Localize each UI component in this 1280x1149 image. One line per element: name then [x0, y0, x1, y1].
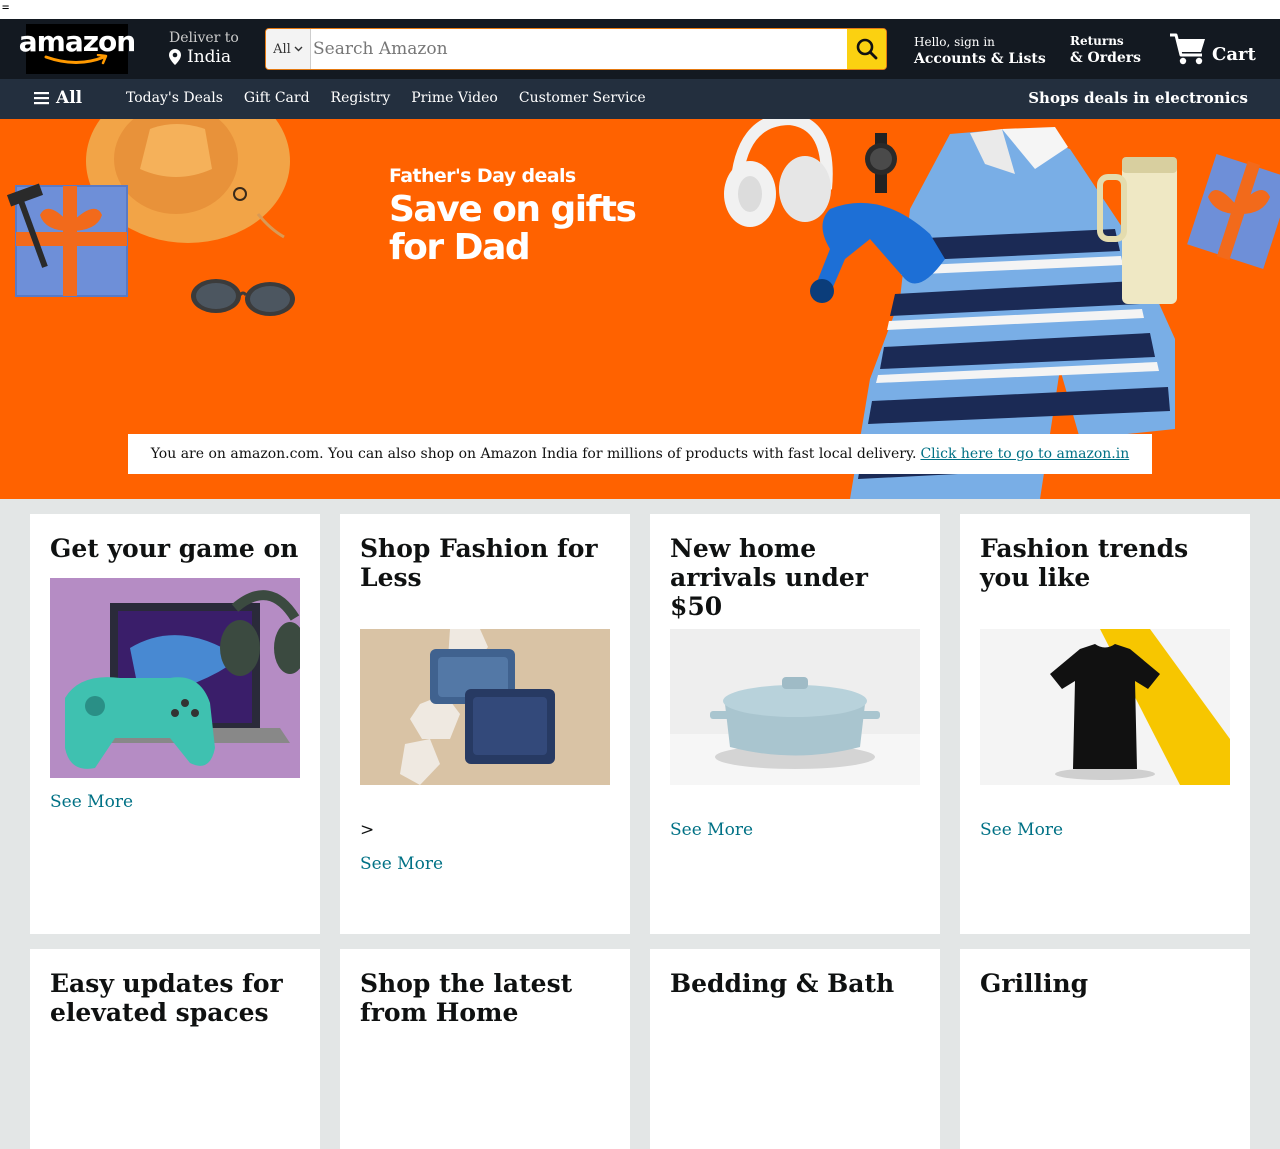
card-image-tshirt[interactable] — [980, 629, 1230, 785]
hamburger-menu-icon — [34, 92, 49, 105]
hero-banner[interactable]: Father's Day deals Save on gifts for Dad… — [0, 119, 1280, 499]
card-title: Shop the latest from Home — [360, 969, 573, 1027]
black-tshirt-image — [980, 629, 1230, 785]
cart-label: Cart — [1212, 44, 1256, 65]
nav-link-registry[interactable]: Registry — [331, 90, 391, 106]
search-input[interactable] — [311, 29, 847, 69]
returns-label: Returns — [1070, 34, 1124, 48]
deliver-country: India — [187, 47, 232, 67]
secondary-nav: All Today's Deals Gift Card Registry Pri… — [0, 79, 1280, 119]
search-category-label: All — [273, 41, 291, 57]
cart-icon — [1170, 33, 1205, 65]
nav-link-gift-card[interactable]: Gift Card — [244, 90, 310, 106]
gaming-products-image — [50, 578, 300, 778]
card-arrow: > — [360, 820, 375, 840]
card-grilling: Grilling — [960, 949, 1250, 1149]
nav-link-todays-deals[interactable]: Today's Deals — [126, 90, 223, 106]
card-image-jeans[interactable] — [360, 629, 610, 785]
account-greeting: Hello, sign in — [914, 35, 995, 49]
card-title: New home arrivals under $50 — [670, 534, 868, 621]
card-title: Grilling — [980, 969, 1089, 998]
deliver-to[interactable]: Deliver to India — [169, 30, 239, 67]
card-title: Get your game on — [50, 534, 299, 563]
card-shop-latest-home: Shop the latest from Home — [340, 949, 630, 1149]
card-easy-updates: Easy updates for elevated spaces — [30, 949, 320, 1149]
all-menu-label: All — [56, 88, 83, 108]
search-category-select[interactable]: All — [266, 29, 311, 69]
returns-orders-link[interactable]: Returns & Orders — [1070, 34, 1141, 66]
nav-promo-link[interactable]: Shops deals in electronics — [1028, 89, 1248, 107]
card-see-more-link[interactable]: See More — [670, 820, 753, 840]
deliver-label: Deliver to — [169, 30, 239, 46]
smile-arrow-icon — [44, 54, 108, 65]
search-icon — [856, 38, 877, 60]
logo-text: amazon — [18, 25, 136, 58]
card-see-more-link[interactable]: See More — [50, 792, 133, 812]
card-title: Shop Fashion for Less — [360, 534, 598, 592]
nav-link-prime-video[interactable]: Prime Video — [411, 90, 498, 106]
hero-eyebrow: Father's Day deals — [389, 165, 576, 187]
account-lists-label: Accounts & Lists — [914, 51, 1046, 67]
card-title: Bedding & Bath — [670, 969, 895, 998]
location-pin-icon — [169, 49, 181, 65]
top-strip: = — [0, 0, 1280, 19]
hero-headline: Save on gifts for Dad — [389, 189, 637, 268]
chevron-down-icon — [294, 46, 303, 52]
all-menu-button[interactable]: All — [34, 88, 82, 108]
card-new-home-arrivals: New home arrivals under $50 See More — [650, 514, 940, 934]
locale-notice-link[interactable]: Click here to go to amazon.in — [920, 446, 1129, 462]
cart-button[interactable]: Cart — [1168, 31, 1256, 67]
card-fashion-trends: Fashion trends you like See More — [960, 514, 1250, 934]
top-navbar: amazon Deliver to India All Search Amazo… — [0, 19, 1280, 79]
nav-link-customer-service[interactable]: Customer Service — [519, 90, 646, 106]
card-bedding-bath: Bedding & Bath — [650, 949, 940, 1149]
amazon-logo[interactable]: amazon — [19, 24, 136, 74]
locale-notice-text: You are on amazon.com. You can also shop… — [150, 446, 917, 462]
card-title: Fashion trends you like — [980, 534, 1189, 592]
card-see-more-link[interactable]: See More — [360, 854, 443, 874]
top-strip-glyph: = — [2, 0, 10, 14]
card-see-more-link[interactable]: See More — [980, 820, 1063, 840]
card-shop-fashion-for-less: Shop Fashion for Less > See More — [340, 514, 630, 934]
card-get-your-game-on: Get your game on See More — [30, 514, 320, 934]
card-title: Easy updates for elevated spaces — [50, 969, 283, 1027]
account-menu[interactable]: Hello, sign in Accounts & Lists — [914, 35, 1046, 67]
search-bar: All — [265, 28, 887, 70]
search-submit-button[interactable] — [847, 29, 886, 69]
orders-label: & Orders — [1070, 50, 1142, 66]
card-image-dutch-oven[interactable] — [670, 629, 920, 785]
locale-notice: You are on amazon.com. You can also shop… — [128, 434, 1152, 474]
dutch-oven-image — [670, 629, 920, 785]
folded-jeans-image — [360, 629, 610, 785]
card-image-gaming[interactable] — [50, 578, 300, 778]
